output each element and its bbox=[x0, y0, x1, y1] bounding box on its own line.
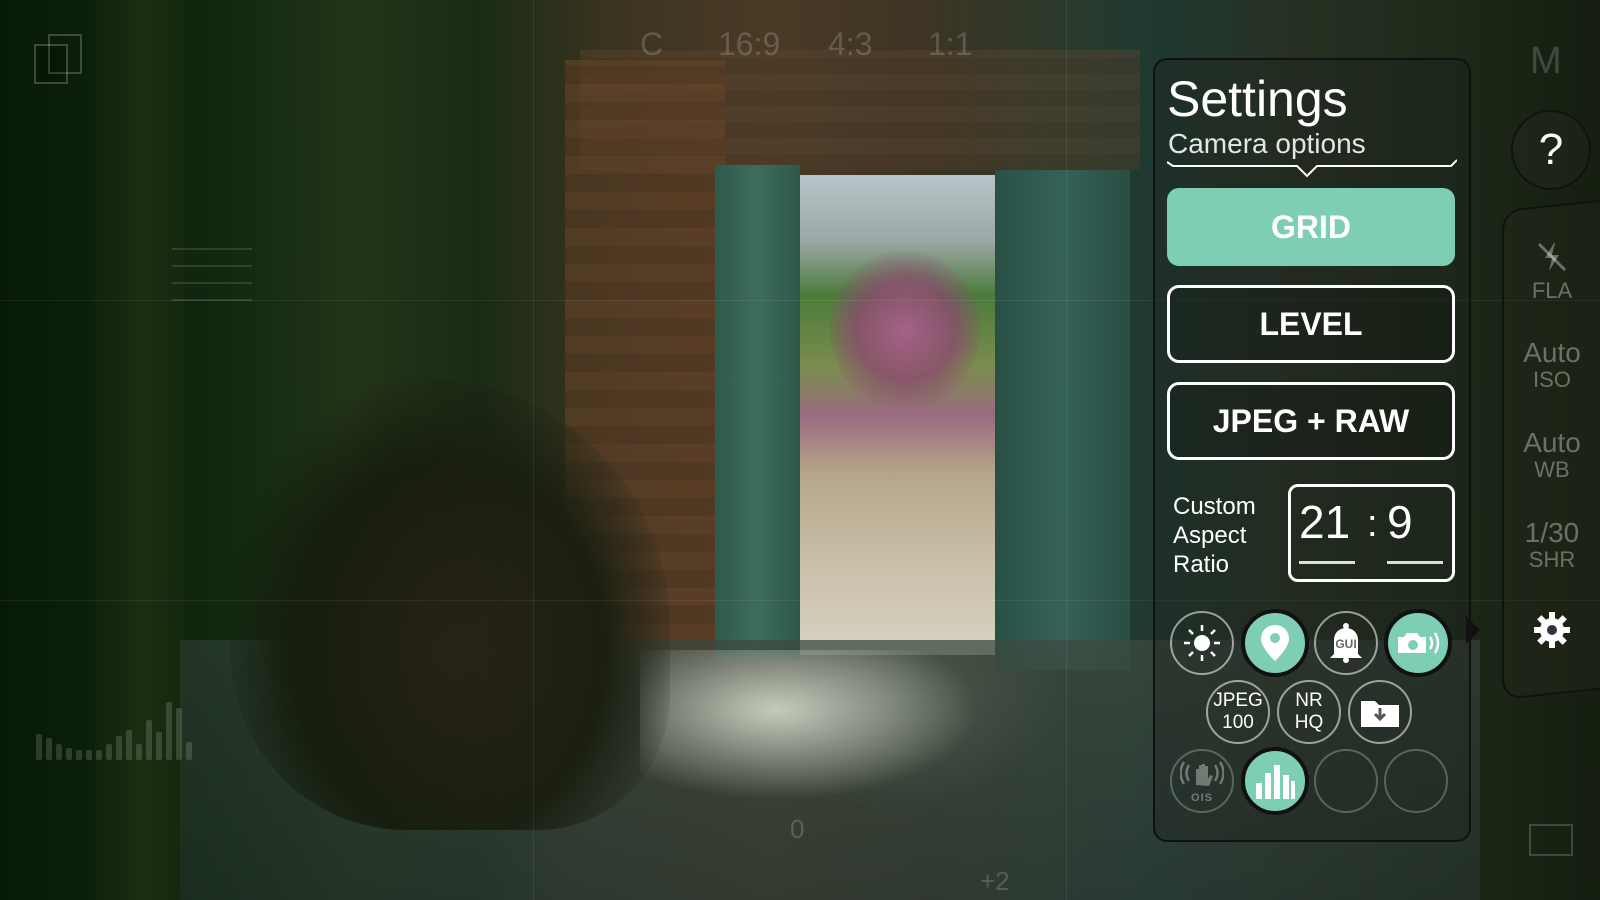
grid-toggle-button[interactable]: GRID bbox=[1167, 188, 1455, 266]
help-button[interactable]: ? bbox=[1511, 110, 1591, 190]
flash-off-icon bbox=[1537, 242, 1567, 272]
exposure-mark-zero: 0 bbox=[790, 814, 805, 844]
mode-label[interactable]: M bbox=[1530, 40, 1562, 83]
histogram-icon bbox=[1256, 765, 1295, 799]
custom-aspect-ratio-input: 21 : 9 bbox=[1288, 484, 1455, 582]
folder-download-icon bbox=[1361, 701, 1399, 727]
shutter-speed-setting[interactable]: 1/30 SHR bbox=[1512, 518, 1592, 572]
white-balance-setting[interactable]: Auto WB bbox=[1512, 428, 1592, 482]
aspect-ratio-1-1[interactable]: 1:1 bbox=[928, 26, 972, 63]
empty-slot-button[interactable] bbox=[1384, 749, 1448, 813]
hand-stabilize-icon bbox=[1179, 760, 1225, 786]
aspect-ratio-custom[interactable]: C bbox=[640, 26, 663, 63]
ois-button[interactable]: OIS bbox=[1170, 749, 1234, 813]
custom-aspect-ratio-label: Custom Aspect Ratio bbox=[1173, 493, 1256, 578]
aspect-separator: : bbox=[1367, 503, 1378, 545]
aspect-ratio-16-9[interactable]: 16:9 bbox=[718, 26, 780, 63]
shutter-sound-button[interactable] bbox=[1384, 609, 1452, 677]
gallery-icon[interactable] bbox=[32, 32, 82, 84]
menu-lines-icon bbox=[172, 248, 252, 316]
location-pin-icon bbox=[1261, 625, 1289, 661]
panel-pointer bbox=[1466, 616, 1480, 644]
noise-reduction-button[interactable]: NR HQ bbox=[1277, 680, 1341, 744]
settings-gear-icon[interactable] bbox=[1532, 610, 1572, 650]
histogram-overlay bbox=[36, 680, 216, 760]
flash-toggle[interactable]: FLA bbox=[1512, 240, 1592, 303]
sun-icon bbox=[1184, 625, 1220, 661]
aspect-width-field[interactable]: 21 bbox=[1299, 495, 1350, 549]
jpeg-raw-toggle-button[interactable]: JPEG + RAW bbox=[1167, 382, 1455, 460]
gui-sound-button[interactable]: GUI bbox=[1314, 611, 1378, 675]
brightness-button[interactable] bbox=[1170, 611, 1234, 675]
grid-line-v2 bbox=[1066, 0, 1067, 900]
settings-panel: Settings Camera options GRID LEVEL JPEG … bbox=[1153, 58, 1471, 842]
aspect-ratio-4-3[interactable]: 4:3 bbox=[828, 26, 872, 63]
location-button[interactable] bbox=[1241, 609, 1309, 677]
subtitle-underline bbox=[1167, 159, 1457, 178]
iso-setting[interactable]: Auto ISO bbox=[1512, 338, 1592, 392]
aspect-height-field[interactable]: 9 bbox=[1387, 495, 1413, 549]
panel-title: Settings bbox=[1167, 71, 1348, 127]
camera-sound-icon bbox=[1398, 632, 1440, 654]
frame-icon[interactable] bbox=[1529, 824, 1573, 856]
level-toggle-button[interactable]: LEVEL bbox=[1167, 285, 1455, 363]
exposure-mark-plus2: +2 bbox=[980, 866, 1010, 896]
empty-slot-button[interactable] bbox=[1314, 749, 1378, 813]
svg-text:GUI: GUI bbox=[1335, 637, 1356, 651]
save-location-button[interactable] bbox=[1348, 680, 1412, 744]
grid-line-v1 bbox=[533, 0, 534, 900]
bell-gui-icon: GUI bbox=[1330, 623, 1362, 663]
histogram-button[interactable] bbox=[1241, 747, 1309, 815]
jpeg-quality-button[interactable]: JPEG 100 bbox=[1206, 680, 1270, 744]
